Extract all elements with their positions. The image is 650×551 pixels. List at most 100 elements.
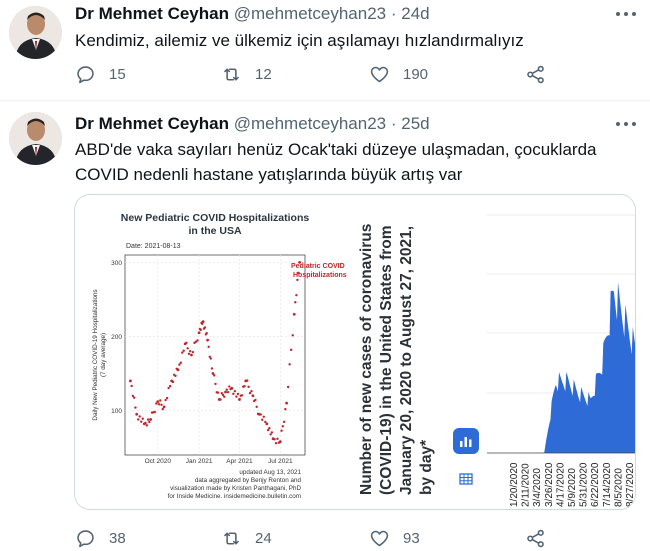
tweet-text-line: ABD'de vaka sayıları henüz Ocak'taki düz… <box>75 140 597 159</box>
data-point <box>186 347 189 350</box>
data-point <box>284 408 287 411</box>
reply-icon <box>77 529 94 547</box>
data-point <box>128 379 132 383</box>
separator-dot: · <box>390 114 397 133</box>
data-point <box>219 398 222 401</box>
author-name[interactable]: Dr Mehmet Ceyhan <box>75 4 229 23</box>
data-point <box>223 395 226 398</box>
x-tick-label: Oct 2020 <box>145 458 172 465</box>
media-card[interactable]: New Pediatric COVID Hospitalizations in … <box>74 194 636 510</box>
reply-button[interactable]: 38 <box>75 527 126 549</box>
data-point <box>247 385 250 389</box>
data-point <box>164 398 167 402</box>
data-point <box>181 351 184 354</box>
more-options-icon[interactable] <box>616 12 638 18</box>
data-point <box>149 418 152 421</box>
data-point <box>190 353 193 357</box>
avatar[interactable] <box>9 112 62 165</box>
share-icon <box>527 529 544 547</box>
data-point <box>161 407 164 411</box>
data-point <box>213 374 216 377</box>
data-point <box>203 326 207 329</box>
data-point <box>157 403 161 406</box>
avatar[interactable] <box>9 6 62 59</box>
author-handle[interactable]: @mehmetceyhan23 <box>234 114 386 133</box>
bar-series <box>521 282 635 453</box>
data-point <box>136 418 140 421</box>
data-point <box>235 395 238 398</box>
chart-date: Date: 2021-08-13 <box>126 243 181 250</box>
tweet-actions: 15 12 190 <box>75 63 575 85</box>
data-point <box>171 380 175 384</box>
retweet-button[interactable]: 12 <box>221 63 272 85</box>
share-icon <box>527 65 544 83</box>
x-tick-label: 3/4/2020 <box>532 468 543 507</box>
tweet-actions: 38 24 93 <box>75 527 575 549</box>
data-point <box>160 403 163 406</box>
data-point <box>214 382 217 386</box>
x-tick-label: 8/5/2020 <box>613 468 624 507</box>
data-point <box>292 312 296 316</box>
x-tick-label: 2/11/2020 <box>521 463 532 507</box>
data-point <box>140 420 143 423</box>
table-icon[interactable] <box>453 466 479 492</box>
share-button[interactable] <box>525 527 546 549</box>
data-point <box>141 417 144 420</box>
data-point <box>261 418 264 421</box>
heart-icon <box>370 530 389 546</box>
retweet-count: 24 <box>255 529 272 547</box>
more-options-icon[interactable] <box>616 122 638 128</box>
data-point <box>295 293 298 297</box>
statista-title-panel[interactable]: Number of new cases of coronavirus (COVI… <box>357 195 487 509</box>
tweet-time[interactable]: 25d <box>401 114 429 133</box>
author-name[interactable]: Dr Mehmet Ceyhan <box>75 114 229 133</box>
data-point <box>146 418 150 421</box>
pediatric-hospitalizations-chart[interactable]: New Pediatric COVID Hospitalizations in … <box>75 195 357 509</box>
x-tick-label: 3/26/2020 <box>544 462 555 507</box>
data-point <box>225 388 229 391</box>
like-button[interactable]: 93 <box>369 527 420 549</box>
data-point <box>291 334 294 337</box>
data-point <box>296 278 299 282</box>
data-point <box>233 389 237 393</box>
reply-count: 38 <box>109 529 126 547</box>
chart-footer: for Inside Medicine. insidemedicine.bull… <box>168 493 301 500</box>
chart-title: New Pediatric COVID Hospitalizations <box>121 212 310 224</box>
data-point <box>289 348 293 352</box>
like-count: 190 <box>403 65 429 83</box>
tweet[interactable]: Dr Mehmet Ceyhan @mehmetceyhan23 · 24d K… <box>0 0 650 100</box>
x-tick-label: Jul 2021 <box>268 458 293 465</box>
data-point <box>281 425 285 428</box>
y-axis-label: Daily New Pediatric COVID-19 Hospitaliza… <box>92 289 107 420</box>
data-point <box>174 374 177 378</box>
x-tick-label: 4/17/2020 <box>555 462 566 507</box>
y-tick-label: 200 <box>111 334 122 341</box>
data-point <box>268 426 271 430</box>
data-point <box>206 338 209 342</box>
data-point <box>270 431 274 434</box>
reply-button[interactable]: 15 <box>75 63 126 85</box>
retweet-button[interactable]: 24 <box>221 527 272 549</box>
data-point <box>230 386 234 390</box>
like-button[interactable]: 190 <box>369 63 428 85</box>
daily-cases-bar-chart[interactable]: 1/20/2020 2/11/2020 3/4/2020 3/26/2020 4/17/… <box>487 195 635 509</box>
data-point <box>236 392 240 396</box>
data-point <box>209 357 213 360</box>
data-point <box>245 379 249 382</box>
data-point <box>196 339 199 342</box>
data-point <box>286 385 290 389</box>
chart-title: in the USA <box>188 225 242 237</box>
author-handle[interactable]: @mehmetceyhan23 <box>234 4 386 23</box>
data-point <box>226 390 230 394</box>
x-ticks: Oct 2020 Jan 2021 Apr 2021 Jul 2021 <box>145 458 293 465</box>
data-point <box>130 384 133 388</box>
author-line: Dr Mehmet Ceyhan @mehmetceyhan23 · 25d <box>75 114 430 134</box>
tweet-time[interactable]: 24d <box>401 4 429 23</box>
data-point <box>216 391 220 394</box>
bar-chart-icon[interactable] <box>453 428 479 454</box>
share-button[interactable] <box>525 63 546 85</box>
data-point <box>262 415 265 418</box>
avatar-photo <box>9 6 62 59</box>
data-point <box>251 394 255 398</box>
data-point <box>248 391 252 395</box>
